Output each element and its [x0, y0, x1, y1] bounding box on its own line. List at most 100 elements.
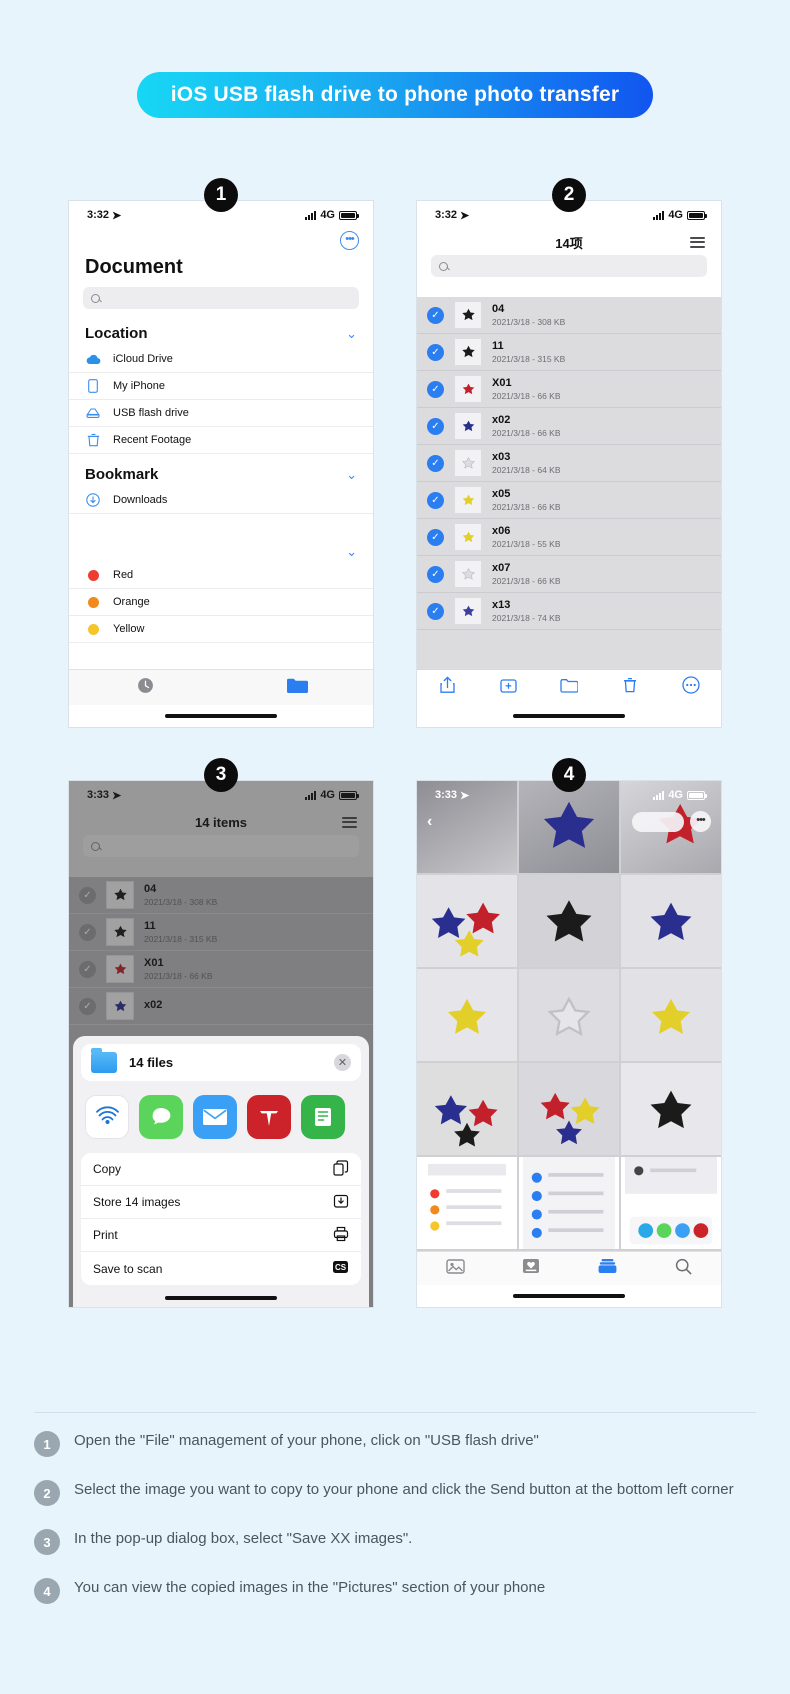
move-folder-button[interactable] — [539, 678, 600, 698]
table-row[interactable]: ✓ X01 2021/3/18 - 66 KB — [417, 371, 721, 408]
close-icon[interactable]: ✕ — [334, 1054, 351, 1071]
chevron-down-icon[interactable]: ⌄ — [346, 468, 357, 481]
table-row[interactable]: ✓ 04 2021/3/18 - 308 KB — [417, 297, 721, 334]
sidebar-item-tag-red[interactable]: Red — [69, 562, 373, 589]
file-name: x05 — [492, 487, 511, 500]
steps-list: 1 Open the "File" management of your pho… — [0, 1430, 790, 1626]
download-icon — [85, 493, 101, 507]
nav-title-row-2: 14项 — [417, 229, 721, 255]
action-label: Copy — [93, 1162, 122, 1176]
photo-thumbnail[interactable] — [417, 1063, 517, 1155]
file-list-2[interactable]: ✓ 04 2021/3/18 - 308 KB ✓ 11 2021/3/18 - 3… — [417, 297, 721, 669]
checkbox-checked-icon[interactable]: ✓ — [427, 602, 444, 620]
select-pill-button[interactable] — [632, 811, 684, 832]
photo-thumbnail[interactable] — [519, 875, 619, 967]
checkbox-checked-icon[interactable]: ✓ — [427, 306, 444, 324]
action-store-images[interactable]: Store 14 images — [81, 1186, 361, 1219]
table-row[interactable]: ✓ x03 2021/3/18 - 64 KB — [417, 445, 721, 482]
sidebar-item-tag-yellow[interactable]: Yellow — [69, 616, 373, 643]
sidebar-item-tag-orange[interactable]: Orange — [69, 589, 373, 616]
photo-thumbnail[interactable] — [417, 875, 517, 967]
status-time: 3:32 — [435, 209, 458, 221]
checkbox-checked-icon[interactable]: ✓ — [427, 380, 444, 398]
page-title-banner: iOS USB flash drive to phone photo trans… — [136, 72, 654, 118]
step-number: 4 — [34, 1578, 60, 1604]
search-bar-1[interactable] — [83, 287, 359, 309]
panel-badge-3: 3 — [204, 758, 238, 792]
more-icon[interactable]: ••• — [340, 231, 359, 250]
action-print[interactable]: Print — [81, 1219, 361, 1252]
search-bar-2[interactable] — [431, 255, 707, 277]
photo-thumbnail[interactable] — [417, 1157, 517, 1249]
messages-app-icon[interactable] — [139, 1095, 183, 1139]
table-row[interactable]: ✓ x02 2021/3/18 - 66 KB — [417, 408, 721, 445]
svg-text:CS: CS — [335, 1263, 347, 1272]
airdrop-app-icon[interactable] — [85, 1095, 129, 1139]
search-icon — [91, 293, 100, 303]
tab-bar-1 — [69, 669, 373, 705]
yellow-dot-icon — [85, 623, 101, 635]
tab-for-you[interactable] — [493, 1258, 569, 1279]
tab-photos[interactable] — [417, 1258, 493, 1280]
back-chevron-icon[interactable]: ‹ — [427, 813, 432, 831]
phone-screen-2: 3:32 ➤ 4G 14项 ✓ 04 2021/3/18 - 308 KB ✓ … — [416, 200, 722, 728]
sidebar-item-icloud-drive[interactable]: iCloud Drive — [69, 346, 373, 373]
step-text: Open the "File" management of your phone… — [74, 1432, 539, 1449]
action-save-to-scan[interactable]: Save to scan CS — [81, 1252, 361, 1285]
share-icon — [440, 676, 455, 699]
photo-thumbnail[interactable] — [417, 969, 517, 1061]
section-title-location: Location — [85, 325, 148, 342]
sidebar-item-my-iphone[interactable]: My iPhone — [69, 373, 373, 400]
chevron-down-icon[interactable]: ⌄ — [346, 327, 357, 340]
file-name: X01 — [492, 376, 512, 389]
duplicate-button[interactable] — [478, 677, 539, 698]
photo-thumbnail[interactable] — [519, 969, 619, 1061]
checkbox-checked-icon[interactable]: ✓ — [427, 454, 444, 472]
photo-thumbnail[interactable] — [519, 1063, 619, 1155]
table-row[interactable]: ✓ x06 2021/3/18 - 55 KB — [417, 519, 721, 556]
tesla-app-icon[interactable] — [247, 1095, 291, 1139]
file-meta: 2021/3/18 - 64 KB — [492, 464, 561, 475]
photo-thumbnail[interactable] — [621, 1063, 721, 1155]
table-row[interactable]: ✓ x07 2021/3/18 - 66 KB — [417, 556, 721, 593]
orange-dot-icon — [85, 596, 101, 608]
action-copy[interactable]: Copy — [81, 1153, 361, 1186]
more-icon[interactable]: ••• — [690, 811, 711, 832]
search-input[interactable] — [454, 260, 699, 272]
photo-thumbnail[interactable] — [621, 875, 721, 967]
tab-browse[interactable] — [221, 677, 373, 699]
sidebar-item-downloads[interactable]: Downloads — [69, 487, 373, 514]
share-app-row[interactable] — [73, 1081, 369, 1153]
search-input[interactable] — [106, 292, 351, 304]
checkbox-checked-icon[interactable]: ✓ — [427, 417, 444, 435]
tab-search[interactable] — [645, 1258, 721, 1280]
green-app-icon[interactable] — [301, 1095, 345, 1139]
checkbox-checked-icon[interactable]: ✓ — [427, 528, 444, 546]
phone-screen-1: 3:32 ➤ 4G ••• Document Location ⌄ iCloud… — [68, 200, 374, 728]
list-view-icon[interactable] — [690, 236, 705, 248]
delete-button[interactable] — [599, 677, 660, 698]
sidebar-item-label: Red — [113, 569, 134, 581]
chevron-down-icon[interactable]: ⌄ — [346, 545, 357, 558]
mail-app-icon[interactable] — [193, 1095, 237, 1139]
tab-albums[interactable] — [569, 1258, 645, 1279]
battery-icon — [687, 210, 707, 220]
photo-grid[interactable] — [417, 781, 721, 1251]
more-button[interactable] — [660, 676, 721, 699]
action-label: Store 14 images — [93, 1195, 181, 1209]
usb-drive-icon — [85, 407, 101, 419]
checkbox-checked-icon[interactable]: ✓ — [427, 343, 444, 361]
photo-thumbnail[interactable] — [621, 969, 721, 1061]
search-icon — [675, 1258, 692, 1280]
table-row[interactable]: ✓ x05 2021/3/18 - 66 KB — [417, 482, 721, 519]
photo-thumbnail[interactable] — [519, 1157, 619, 1249]
table-row[interactable]: ✓ 11 2021/3/18 - 315 KB — [417, 334, 721, 371]
photo-thumbnail[interactable] — [621, 1157, 721, 1249]
share-button[interactable] — [417, 676, 478, 699]
checkbox-checked-icon[interactable]: ✓ — [427, 565, 444, 583]
table-row[interactable]: ✓ x13 2021/3/18 - 74 KB — [417, 593, 721, 630]
checkbox-checked-icon[interactable]: ✓ — [427, 491, 444, 509]
tab-recents[interactable] — [69, 677, 221, 699]
sidebar-item-usb-flash-drive[interactable]: USB flash drive — [69, 400, 373, 427]
sidebar-item-recent-footage[interactable]: Recent Footage — [69, 427, 373, 454]
